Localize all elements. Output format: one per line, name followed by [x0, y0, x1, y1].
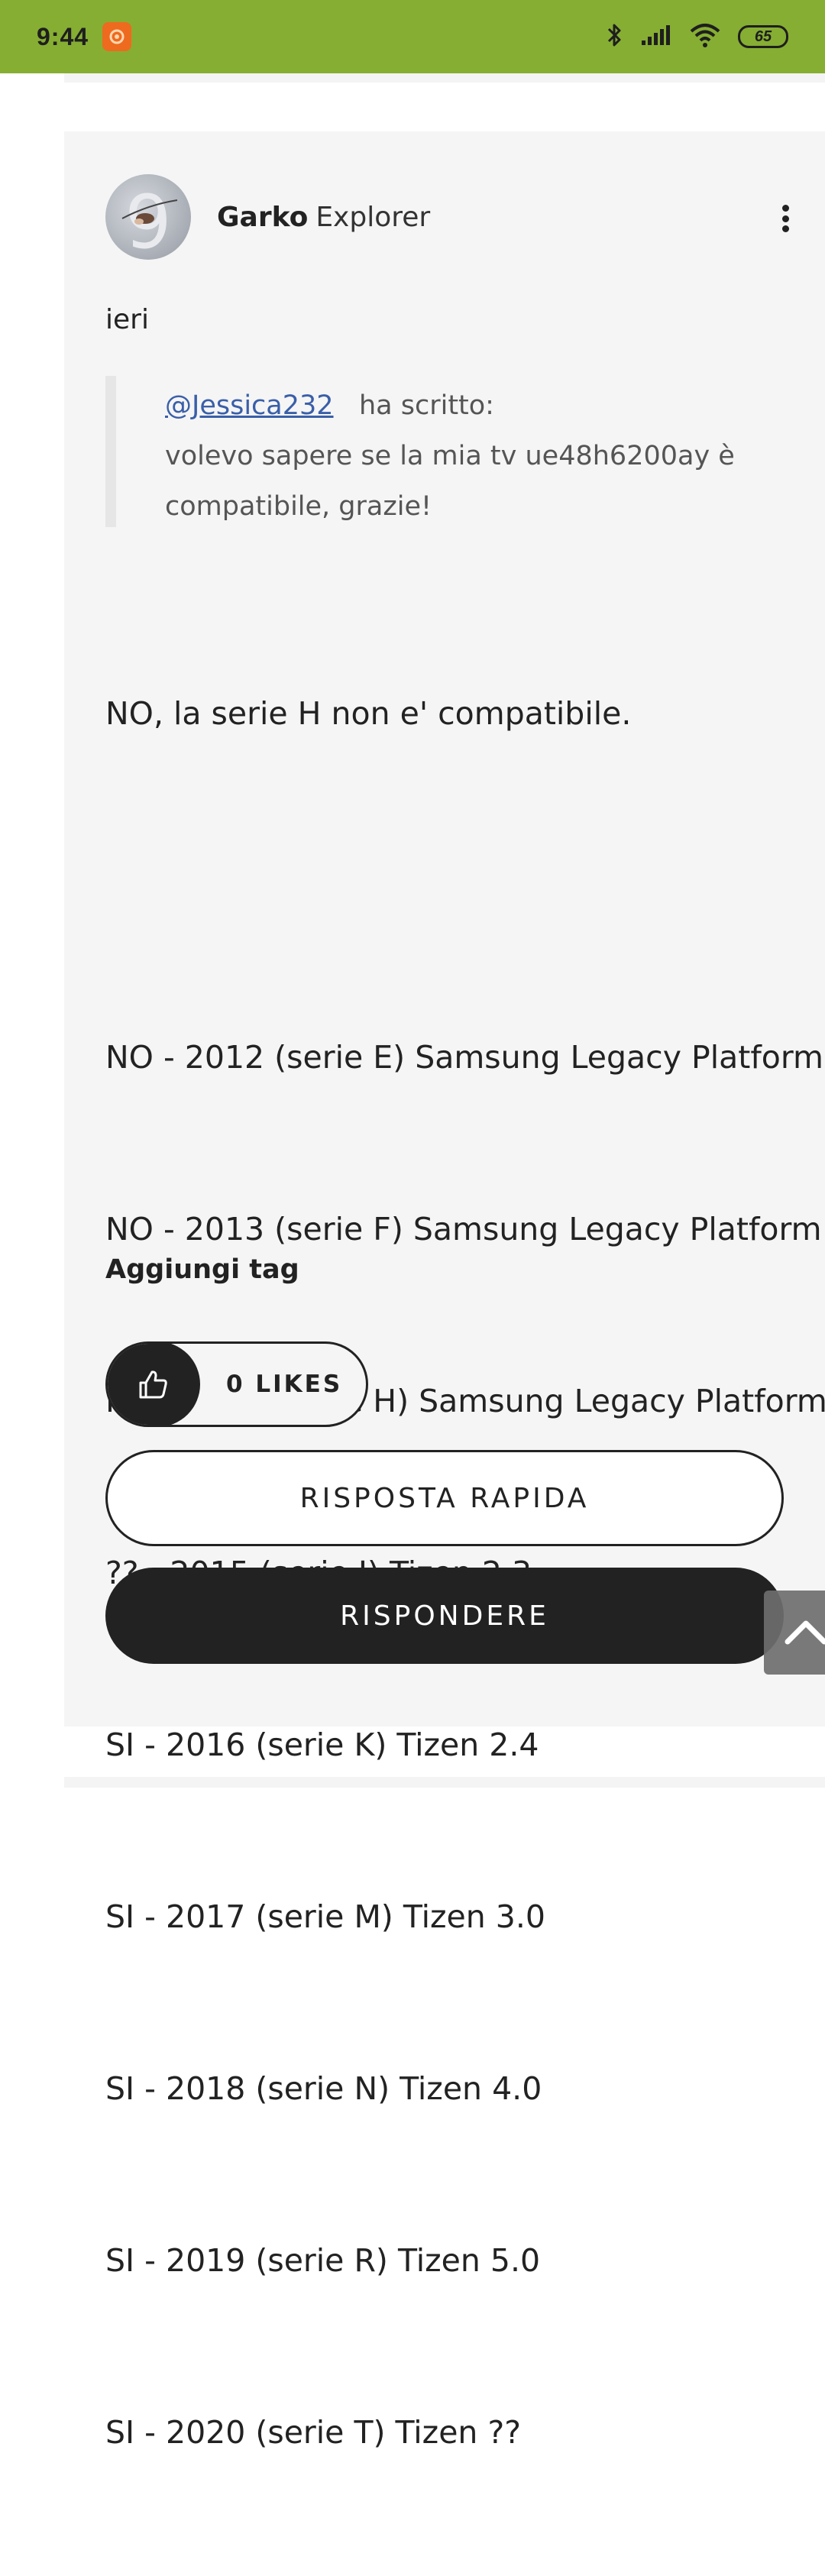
body-line: SI - 2020 (serie T) Tizen ??	[105, 2414, 521, 2451]
quick-reply-button[interactable]: RISPOSTA RAPIDA	[105, 1450, 784, 1546]
top-divider	[64, 73, 825, 83]
body-line: SI - 2016 (serie K) Tizen 2.4	[105, 1727, 539, 1763]
thumbs-up-icon[interactable]	[108, 1344, 200, 1425]
status-icons: 65	[607, 22, 788, 51]
status-bar: 9:44 65	[0, 0, 825, 73]
notification-app-icon	[102, 22, 132, 51]
like-button[interactable]: 0 LIKES	[105, 1341, 368, 1427]
add-tag-link[interactable]: Aggiungi tag	[105, 1254, 299, 1285]
body-line: NO - 2013 (serie F) Samsung Legacy Platf…	[105, 1211, 822, 1248]
quote-block: @Jessica232 ha scritto: volevo sapere se…	[105, 376, 793, 527]
avatar[interactable]: 9	[105, 174, 191, 260]
body-line: SI - 2018 (serie N) Tizen 4.0	[105, 2070, 542, 2107]
signal-icon	[640, 24, 672, 50]
more-options-icon[interactable]	[770, 197, 801, 240]
body-line: NO, la serie H non e' compatibile.	[105, 695, 632, 732]
chevron-up-icon	[783, 1616, 825, 1649]
status-time: 9:44	[37, 22, 89, 50]
body-line: NO - 2012 (serie E) Samsung Legacy Platf…	[105, 1039, 823, 1076]
post-card: 9 Garko Explorer ieri @Jessica232 ha scr…	[64, 131, 825, 2451]
body-line: SI - 2019 (serie R) Tizen 5.0	[105, 2242, 541, 2279]
scroll-to-top-button[interactable]	[764, 1591, 825, 1675]
quote-header: @Jessica232 ha scritto:	[165, 380, 793, 431]
likes-count: 0 LIKES	[226, 1371, 343, 1398]
author-name[interactable]: Garko	[217, 202, 308, 233]
quote-wrote-label: ha scritto:	[358, 390, 494, 421]
reply-button[interactable]: RISPONDERE	[105, 1568, 784, 1664]
body-line: SI - 2017 (serie M) Tizen 3.0	[105, 1898, 545, 1935]
post-date: ieri	[105, 304, 149, 335]
battery-icon: 65	[738, 25, 788, 48]
author-rank: Explorer	[315, 201, 431, 233]
quote-line: volevo sapere se la mia tv ue48h6200ay è	[165, 441, 735, 471]
bluetooth-icon	[607, 22, 623, 51]
bottom-divider	[64, 1777, 825, 1788]
quote-line: compatibile, grazie!	[165, 491, 432, 522]
body-line	[105, 857, 823, 914]
quoted-user-link[interactable]: @Jessica232	[165, 390, 334, 421]
author-row: 9 Garko Explorer	[105, 174, 793, 260]
wifi-icon	[689, 22, 721, 51]
